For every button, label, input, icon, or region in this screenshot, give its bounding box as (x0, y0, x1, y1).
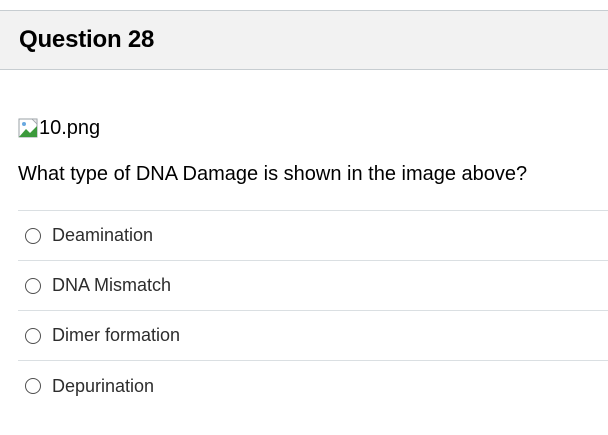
question-title: Question 28 (19, 26, 155, 53)
radio-unchecked-icon[interactable] (25, 327, 41, 344)
answer-list: Deamination DNA Mismatch Dimer formation… (18, 210, 608, 411)
answer-option-dna-mismatch[interactable]: DNA Mismatch (18, 261, 608, 311)
radio-unchecked-icon[interactable] (25, 277, 41, 294)
answer-label: Depurination (52, 375, 155, 396)
answer-option-deamination[interactable]: Deamination (18, 211, 608, 261)
question-image: 10.png (18, 115, 608, 141)
answer-label: Dimer formation (52, 325, 181, 345)
radio-unchecked-icon[interactable] (25, 378, 41, 394)
broken-image-icon (18, 118, 38, 138)
image-alt-text: 10.png (39, 117, 101, 139)
answer-option-depurination[interactable]: Depurination (18, 361, 608, 411)
answer-option-dimer-formation[interactable]: Dimer formation (18, 311, 608, 361)
answer-label: Deamination (52, 225, 154, 245)
answer-label: DNA Mismatch (52, 275, 172, 295)
question-body: 10.png What type of DNA Damage is shown … (0, 115, 608, 411)
question-text: What type of DNA Damage is shown in the … (18, 163, 528, 185)
radio-unchecked-icon[interactable] (25, 227, 41, 244)
question-header: Question 28 (0, 10, 608, 70)
top-spacer (0, 0, 608, 10)
